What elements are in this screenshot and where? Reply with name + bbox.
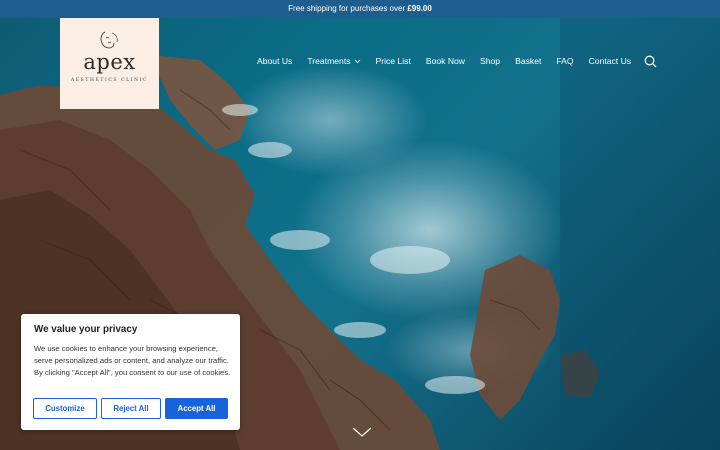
cookie-title: We value your privacy <box>34 324 138 335</box>
announcement-bar: Free shipping for purchases over £99.00 <box>0 0 720 18</box>
chevron-down-icon <box>354 59 360 63</box>
nav-item-label: Shop <box>480 56 501 66</box>
customize-button[interactable]: Customize <box>33 398 97 419</box>
nav-item-label: Price List <box>375 56 411 66</box>
main-nav: About Us Treatments Price List Book Now … <box>257 54 646 68</box>
nav-item-label: Basket <box>515 56 542 66</box>
reject-all-button[interactable]: Reject All <box>101 398 161 419</box>
logo-wordmark: apex <box>83 50 136 74</box>
nav-item-shop[interactable]: Shop <box>480 56 500 66</box>
cookie-body: We use cookies to enhance your browsing … <box>34 344 231 377</box>
nav-item-label: Book Now <box>425 56 466 66</box>
nav-item-book-now[interactable]: Book Now <box>426 56 465 66</box>
site-logo[interactable]: apex AESTHETICS CLINIC <box>60 18 159 109</box>
nav-item-price-list[interactable]: Price List <box>376 56 411 66</box>
announcement-amount: £99.00 <box>407 4 432 13</box>
nav-item-label: About Us <box>257 56 293 66</box>
nav-item-contact-us[interactable]: Contact Us <box>589 56 632 66</box>
nav-item-label: Contact Us <box>588 56 632 66</box>
nav-item-about-us[interactable]: About Us <box>257 56 292 66</box>
nav-item-treatments[interactable]: Treatments <box>307 56 360 66</box>
nav-item-basket[interactable]: Basket <box>515 56 541 66</box>
search-icon[interactable] <box>644 55 657 68</box>
cookie-consent-banner: We value your privacy We use cookies to … <box>21 314 240 430</box>
logo-tagline: AESTHETICS CLINIC <box>70 78 149 83</box>
nav-item-label: FAQ <box>556 56 574 66</box>
face-line-art-icon <box>100 31 118 49</box>
nav-item-faq[interactable]: FAQ <box>556 56 573 66</box>
announcement-text: Free shipping for purchases over <box>288 4 408 13</box>
nav-item-label: Treatments <box>307 56 351 66</box>
chevron-down-icon[interactable] <box>351 425 373 439</box>
accept-all-button[interactable]: Accept All <box>165 398 228 419</box>
